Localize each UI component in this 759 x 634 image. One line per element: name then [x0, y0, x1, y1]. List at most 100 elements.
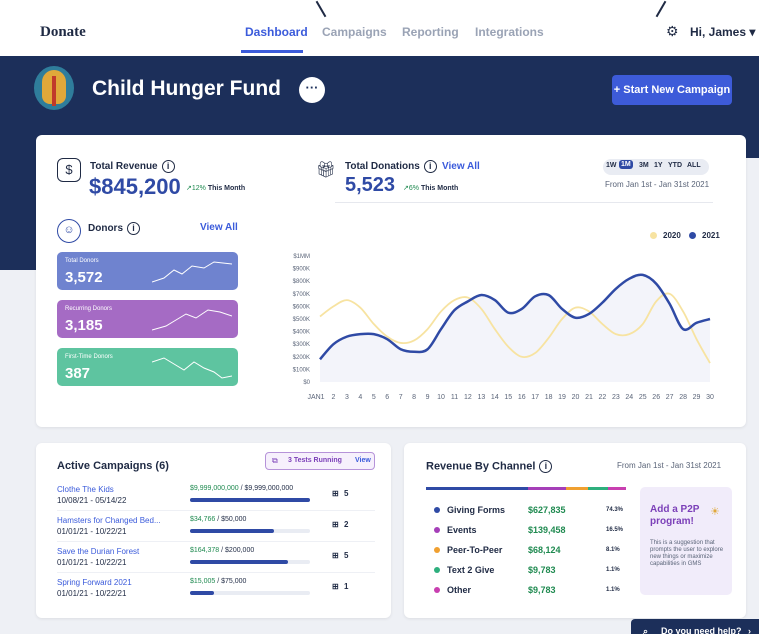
y-tick-label: $400K: [293, 330, 310, 336]
x-tick-label: 26: [652, 394, 660, 401]
hierarchy-icon: ⊞: [332, 489, 339, 498]
row-divider: [57, 541, 375, 542]
period-ytd[interactable]: YTD: [668, 162, 682, 169]
hierarchy-icon: ⊞: [332, 582, 339, 591]
hierarchy-icon: ⊞: [332, 551, 339, 560]
gear-icon[interactable]: ⚙: [666, 23, 679, 40]
channel-value: $68,124: [528, 545, 561, 555]
info-icon[interactable]: i: [127, 222, 140, 235]
recurring-donors-card[interactable]: Recurring Donors 3,185: [57, 300, 238, 338]
period-1y[interactable]: 1Y: [654, 162, 663, 169]
app-logo[interactable]: Donate: [40, 24, 86, 41]
campaign-progress-bar: [190, 498, 310, 502]
sparkline: [152, 261, 232, 283]
row-divider: [57, 510, 375, 511]
channel-percent: 1.1%: [606, 567, 620, 573]
tests-view-link[interactable]: View: [355, 457, 371, 464]
channel-percent: 8.1%: [606, 547, 620, 553]
channel-dot: [434, 567, 440, 573]
legend-swatch: [650, 232, 657, 240]
x-tick-label: 30: [706, 394, 714, 401]
period-3m[interactable]: 3M: [639, 162, 649, 169]
campaign-name-link[interactable]: Hamsters for Changed Bed...: [57, 516, 161, 525]
decor-line: [655, 0, 667, 18]
x-tick-label: 3: [345, 394, 349, 401]
y-tick-label: $800K: [293, 279, 310, 285]
campaign-amount: $15,005 / $75,000: [190, 578, 247, 585]
x-tick-label: 21: [585, 394, 593, 401]
p2p-title: Add a P2P program!: [650, 504, 700, 527]
org-logo: [34, 66, 74, 110]
tests-label: 3 Tests Running: [288, 457, 342, 464]
total-donors-card[interactable]: Total Donors 3,572: [57, 252, 238, 290]
donations-view-all-link[interactable]: View All: [442, 161, 480, 172]
x-tick-label: 9: [426, 394, 430, 401]
revenue-value: $845,200: [89, 174, 181, 199]
revenue-delta: ↗12% This Month: [186, 185, 246, 192]
x-tick-label: 13: [477, 394, 485, 401]
campaigns-title: Active Campaigns (6): [57, 460, 169, 472]
channel-name: Other: [447, 585, 472, 595]
campaign-dates: 01/01/21 - 10/22/21: [57, 589, 127, 598]
y-tick-label: $200K: [293, 355, 310, 361]
header-extension: [0, 158, 36, 270]
active-tab-indicator: [241, 50, 303, 53]
campaign-count: 5: [344, 489, 349, 498]
y-tick-label: $300K: [293, 342, 310, 348]
channel-percent: 74.3%: [606, 507, 624, 513]
info-icon[interactable]: i: [161, 160, 175, 173]
stat-value: 3,185: [65, 317, 103, 334]
y-tick-label: $700K: [293, 292, 310, 298]
user-menu[interactable]: Hi, James ▾: [690, 25, 755, 39]
info-icon[interactable]: i: [423, 160, 437, 173]
x-tick-label: 20: [572, 394, 580, 401]
period-1w[interactable]: 1W: [606, 162, 617, 169]
first-time-donors-card[interactable]: First-Time Donors 387: [57, 348, 238, 386]
y-tick-label: $1MM: [293, 254, 310, 260]
campaign-count: 5: [344, 551, 349, 560]
channel-name: Peer-To-Peer: [447, 545, 503, 555]
channel-date-range: From Jan 1st - Jan 31st 2021: [617, 461, 722, 470]
tab-integrations[interactable]: Integrations: [475, 25, 544, 39]
channel-value: $9,783: [528, 565, 556, 575]
channel-heading: Revenue By Channel i: [426, 460, 553, 473]
campaign-name-link[interactable]: Save the Durian Forest: [57, 547, 139, 556]
divider: [335, 202, 713, 203]
campaign-name-link[interactable]: Spring Forward 2021: [57, 578, 132, 587]
channel-name: Events: [447, 525, 477, 535]
campaign-progress-bar: [190, 529, 310, 533]
start-campaign-button[interactable]: + Start New Campaign: [612, 75, 732, 105]
row-divider: [57, 572, 375, 573]
x-tick-label: 8: [412, 394, 416, 401]
more-options-button[interactable]: ···: [299, 77, 325, 103]
x-tick-label: 12: [464, 394, 472, 401]
campaign-progress-bar: [190, 560, 310, 564]
period-all[interactable]: ALL: [687, 162, 701, 169]
p2p-suggestion-card[interactable]: Add a P2P program! ☀ This is a suggestio…: [640, 487, 732, 595]
tab-dashboard[interactable]: Dashboard: [245, 25, 308, 39]
sparkline: [152, 357, 232, 379]
channel-bar-other: [608, 487, 626, 490]
legend-item-2020: 2020: [650, 231, 681, 240]
channel-name: Text 2 Give: [447, 565, 495, 575]
x-tick-label: 17: [531, 394, 539, 401]
tab-reporting[interactable]: Reporting: [402, 25, 459, 39]
help-button[interactable]: ⌕ Do you need help? ›: [631, 619, 759, 634]
y-tick-label: $900K: [293, 267, 310, 273]
help-label: Do you need help?: [661, 626, 742, 634]
info-icon[interactable]: i: [539, 460, 553, 473]
x-tick-label: 4: [358, 394, 362, 401]
channel-percent: 1.1%: [606, 587, 620, 593]
lightbulb-icon: ☀: [710, 506, 720, 518]
tests-icon: ⧉: [272, 456, 278, 465]
stat-label: First-Time Donors: [65, 354, 113, 360]
tab-campaigns[interactable]: Campaigns: [322, 25, 387, 39]
x-tick-label: 18: [545, 394, 553, 401]
donations-delta: ↗6% This Month: [403, 185, 459, 192]
campaign-name-link[interactable]: Clothe The Kids: [57, 485, 114, 494]
y-tick-label: $500K: [293, 317, 310, 323]
donors-view-all-link[interactable]: View All: [200, 222, 238, 233]
y-tick-label: $600K: [293, 304, 310, 310]
x-tick-label: JAN1: [307, 394, 324, 401]
period-1m[interactable]: 1M: [619, 160, 633, 169]
